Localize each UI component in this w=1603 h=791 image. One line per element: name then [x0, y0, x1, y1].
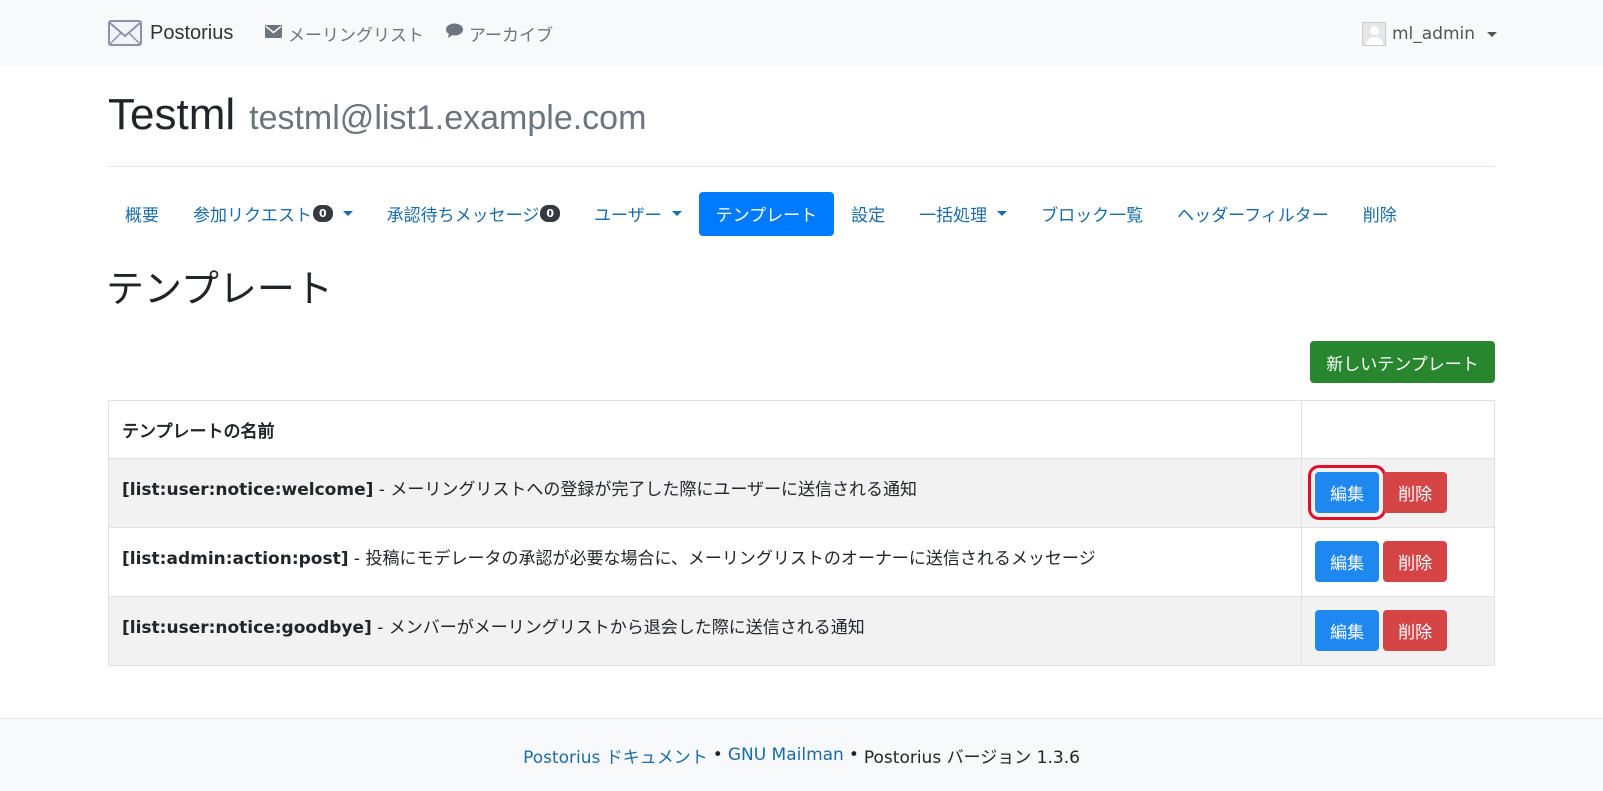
brand-link[interactable]: Postorius: [108, 16, 233, 50]
edit-template-button[interactable]: 編集: [1308, 465, 1387, 520]
footer-separator: •: [712, 745, 723, 765]
templates-table: テンプレートの名前 [list:user:notice:welcome] - メ…: [107, 400, 1495, 666]
tab-overview[interactable]: 概要: [108, 192, 176, 236]
envelope-icon: [265, 23, 282, 43]
page-title: テンプレート: [106, 267, 333, 311]
user-name: ml_admin: [1392, 24, 1476, 44]
avatar: [1362, 22, 1386, 46]
header-divider: [108, 166, 1495, 167]
template-actions-cell: 編集 削除: [1301, 458, 1495, 528]
edit-template-button[interactable]: 編集: [1315, 541, 1380, 582]
list-name: Testml: [108, 90, 236, 139]
subscription-requests-count-badge: 0: [313, 205, 333, 222]
column-header-actions: [1301, 400, 1495, 459]
delete-template-button[interactable]: 削除: [1383, 472, 1448, 513]
template-description: - メンバーがメーリングリストから退会した際に送信される通知: [371, 618, 865, 638]
delete-template-button[interactable]: 削除: [1383, 610, 1448, 651]
tab-mass-operations-label: 一括処理: [919, 206, 988, 226]
footer-docs-link[interactable]: Postorius ドキュメント: [523, 743, 708, 768]
nav-archives-label: アーカイブ: [469, 25, 553, 46]
footer: Postorius ドキュメント • GNU Mailman • Postori…: [0, 718, 1603, 791]
nav-mailing-lists[interactable]: メーリングリスト: [265, 21, 424, 46]
template-code: [list:admin:action:post]: [122, 549, 349, 569]
tab-held-messages-label: 承認待ちメッセージ: [386, 206, 540, 226]
caret-down-icon: [671, 211, 682, 216]
nav-archives[interactable]: アーカイブ: [446, 21, 553, 46]
brand-label: Postorius: [150, 21, 234, 44]
table-header-row: テンプレートの名前: [107, 400, 1495, 459]
tab-header-filters[interactable]: ヘッダーフィルター: [1160, 192, 1346, 236]
template-description: - 投稿にモデレータの承認が必要な場合に、メーリングリストのオーナーに送信される…: [348, 549, 1096, 569]
tab-templates[interactable]: テンプレート: [698, 191, 835, 236]
tab-subscription-requests[interactable]: 参加リクエスト 0: [176, 192, 370, 236]
table-row: [list:user:notice:goodbye] - メンバーがメーリングリ…: [107, 596, 1495, 666]
list-header: Testml testml@list1.example.com: [108, 90, 646, 140]
new-template-button[interactable]: 新しいテンプレート: [1310, 341, 1495, 383]
tab-mass-operations[interactable]: 一括処理: [902, 192, 1024, 236]
template-code: [list:user:notice:welcome]: [122, 480, 374, 500]
table-row: [list:admin:action:post] - 投稿にモデレータの承認が必…: [107, 527, 1495, 597]
edit-template-button[interactable]: 編集: [1315, 610, 1380, 651]
template-name-cell: [list:user:notice:goodbye] - メンバーがメーリングリ…: [107, 596, 1303, 666]
template-actions-cell: 編集 削除: [1301, 527, 1495, 597]
held-messages-count-badge: 0: [540, 205, 560, 222]
template-name-cell: [list:user:notice:welcome] - メーリングリストへの登…: [107, 458, 1303, 528]
caret-down-icon: [1487, 31, 1498, 37]
list-nav-tabs: 概要 参加リクエスト 0 承認待ちメッセージ 0 ユーザー テンプレート 設定 …: [108, 191, 1414, 236]
table-row: [list:user:notice:welcome] - メーリングリストへの登…: [107, 458, 1495, 528]
column-header-template-name: テンプレートの名前: [107, 400, 1303, 459]
list-address: testml@list1.example.com: [249, 99, 647, 137]
tab-held-messages[interactable]: 承認待ちメッセージ 0: [370, 192, 577, 236]
template-actions-cell: 編集 削除: [1301, 596, 1495, 666]
nav-mailing-lists-label: メーリングリスト: [288, 25, 424, 46]
caret-down-icon: [342, 211, 353, 216]
tab-settings[interactable]: 設定: [834, 192, 902, 236]
envelope-logo-icon: [108, 18, 142, 48]
delete-template-button[interactable]: 削除: [1383, 541, 1448, 582]
template-name-cell: [list:admin:action:post] - 投稿にモデレータの承認が必…: [107, 527, 1303, 597]
tab-subscription-requests-label: 参加リクエスト: [193, 206, 312, 226]
footer-version: Postorius バージョン 1.3.6: [863, 747, 1080, 768]
comment-icon: [446, 23, 463, 43]
tab-users[interactable]: ユーザー: [577, 192, 699, 236]
tab-users-label: ユーザー: [593, 206, 662, 226]
top-navbar: Postorius メーリングリスト アーカイブ ml_admin: [0, 0, 1603, 65]
footer-mailman-link[interactable]: GNU Mailman: [728, 745, 844, 765]
tab-bans[interactable]: ブロック一覧: [1024, 192, 1160, 236]
tab-delete[interactable]: 削除: [1346, 192, 1414, 236]
user-menu-dropdown[interactable]: ml_admin: [1362, 20, 1498, 48]
template-code: [list:user:notice:goodbye]: [122, 618, 372, 638]
caret-down-icon: [997, 211, 1008, 216]
footer-separator: •: [848, 745, 859, 765]
template-description: - メーリングリストへの登録が完了した際にユーザーに送信される通知: [373, 480, 917, 500]
